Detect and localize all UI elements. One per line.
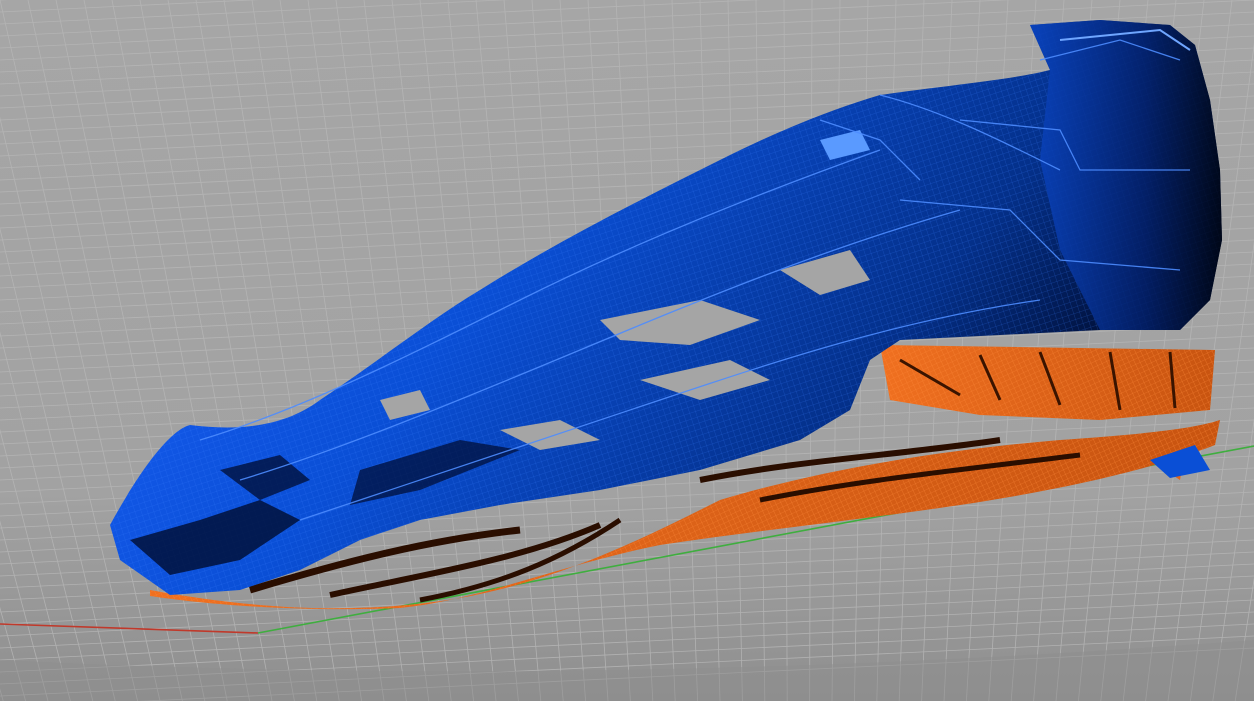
3d-viewport[interactable] <box>0 0 1254 701</box>
viewport-scene[interactable] <box>0 0 1254 701</box>
